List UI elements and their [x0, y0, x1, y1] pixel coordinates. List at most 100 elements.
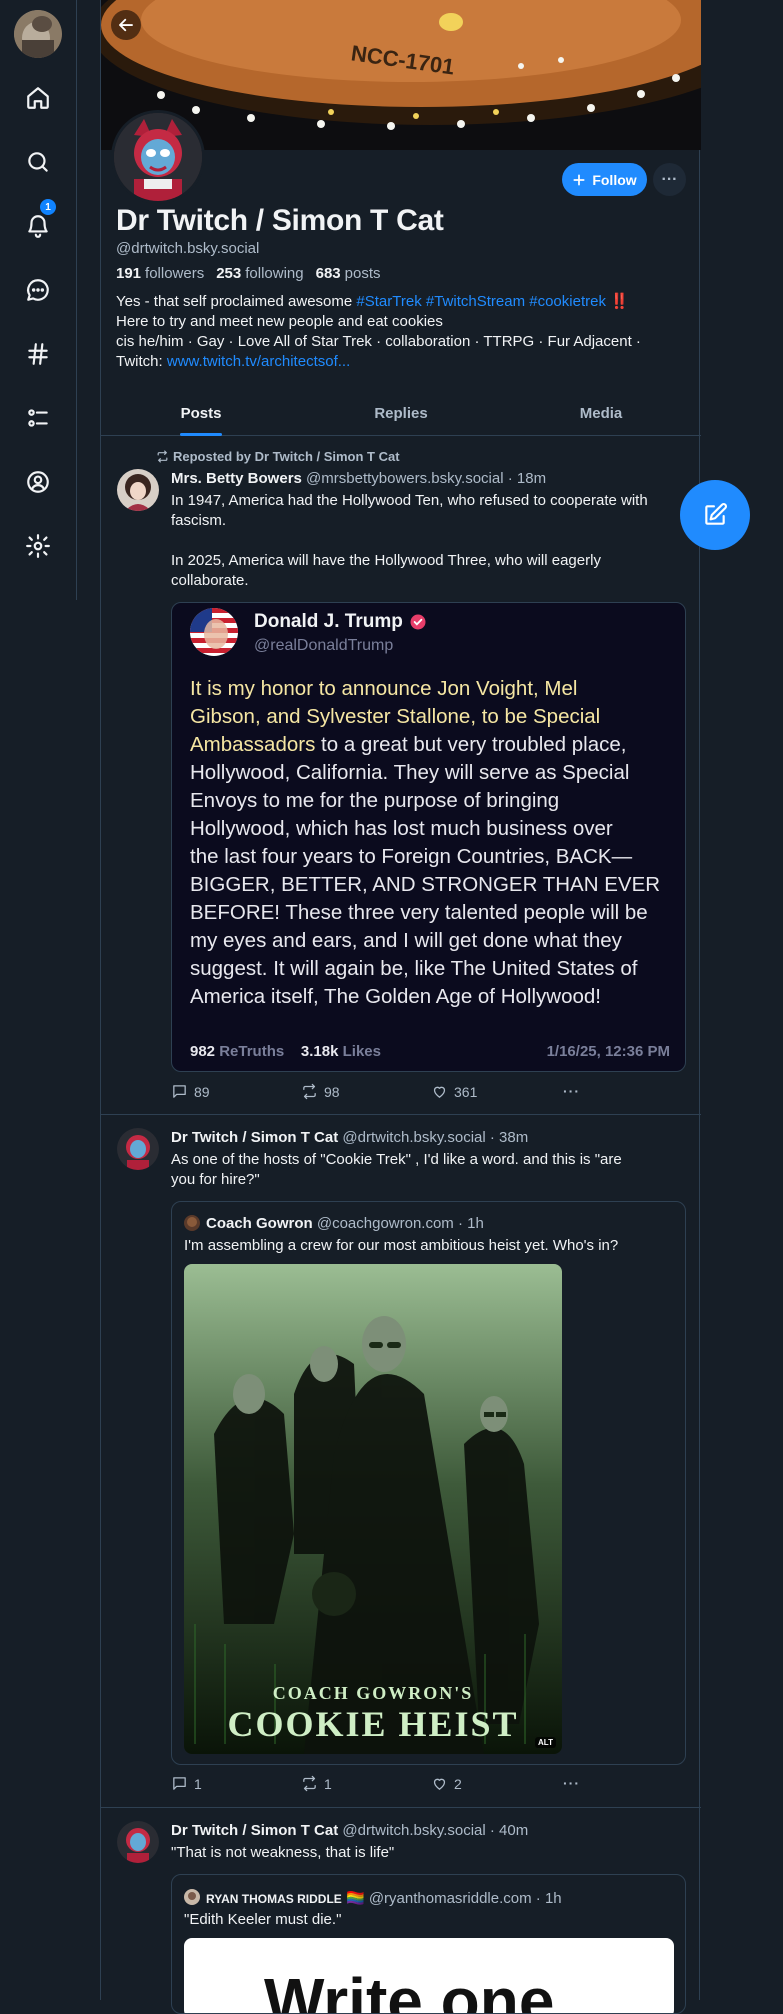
pride-flag-icon: 🏳️‍🌈 [345, 1890, 365, 1907]
followers-stat[interactable]: 191 followers [116, 265, 204, 282]
profile-stats: 191 followers 253 following 683 posts [116, 265, 381, 282]
post-text-line: As one of the hosts of "Cookie Trek" , I… [171, 1151, 622, 1168]
repost-label-text: Reposted by Dr Twitch / Simon T Cat [173, 449, 400, 464]
hashtag-link-twitchstream[interactable]: #TwitchStream [426, 293, 525, 310]
nav-notifications[interactable]: 1 [16, 199, 60, 248]
post-author[interactable]: Dr Twitch / Simon T Cat [171, 1129, 338, 1146]
home-icon [27, 87, 49, 109]
nav-home[interactable] [16, 76, 60, 120]
hashtag-icon [28, 343, 48, 365]
post-divider [101, 1114, 701, 1115]
bio-text: Yes - that self proclaimed awesome [116, 293, 357, 310]
compose-button[interactable] [680, 480, 750, 550]
post-text-line: In 2025, America will have the Hollywood… [171, 552, 601, 569]
dr-twitch-avatar-image [117, 1821, 159, 1863]
post-avatar[interactable] [117, 1128, 159, 1170]
flag-avatar-image [190, 608, 238, 656]
nav-lists[interactable] [16, 396, 60, 440]
followers-count: 191 [116, 265, 142, 282]
coach-gowron-avatar-image [184, 1215, 200, 1231]
nav-search[interactable] [16, 140, 60, 184]
verified-badge-icon [410, 614, 426, 630]
repost-button[interactable]: 1 [301, 1775, 332, 1792]
posts-count: 683 [315, 265, 341, 282]
quote-post-card[interactable]: Coach Gowron @coachgowron.com · 1h I'm a… [171, 1201, 686, 1765]
embed-line: BIGGER, BETTER, AND STRONGER THAN EVER [190, 873, 661, 896]
post-actions: 1 1 2 ··· [171, 1775, 591, 1795]
nav-profile[interactable] [16, 460, 60, 504]
reply-count: 1 [194, 1775, 202, 1792]
quote-avatar [184, 1889, 200, 1905]
post-text: In 1947, America had the Hollywood Ten, … [171, 491, 681, 591]
post-meta[interactable]: @drtwitch.bsky.social · 38m [342, 1129, 528, 1146]
twitch-link[interactable]: www.twitch.tv/architectsof... [167, 353, 350, 370]
profile-more-button[interactable]: ··· [653, 163, 686, 196]
post-header: Dr Twitch / Simon T Cat @drtwitch.bsky.s… [171, 1822, 528, 1839]
reply-button[interactable]: 1 [171, 1775, 202, 1792]
quote-image[interactable]: COACH GOWRON'S COOKIE HEIST ALT [184, 1264, 562, 1754]
profile-bio: Yes - that self proclaimed awesome #Star… [116, 292, 681, 372]
post-meta[interactable]: @mrsbettybowers.bsky.social · 18m [306, 470, 546, 487]
post-author[interactable]: Mrs. Betty Bowers [171, 470, 302, 487]
quote-image[interactable]: Write one [184, 1938, 674, 2013]
post-text-line: fascism. [171, 512, 227, 529]
embed-likes-label: Likes [342, 1043, 381, 1060]
repost-button[interactable]: 98 [301, 1083, 340, 1100]
following-stat[interactable]: 253 following [216, 265, 303, 282]
embed-avatar [190, 608, 238, 656]
dr-twitch-avatar-image [117, 1128, 159, 1170]
follow-button[interactable]: Follow [562, 163, 647, 196]
tab-replies[interactable]: Replies [301, 392, 501, 435]
embed-body: It is my honor to announce Jon Voight, M… [190, 675, 680, 1011]
embed-line: Hollywood, which has lost much business … [190, 817, 613, 840]
alt-text-badge[interactable]: ALT [535, 1737, 556, 1748]
plus-icon [573, 173, 585, 186]
quote-text: I'm assembling a crew for our most ambit… [184, 1237, 619, 1254]
repost-count: 98 [324, 1083, 340, 1100]
my-avatar[interactable] [14, 10, 62, 58]
post-header: Mrs. Betty Bowers @mrsbettybowers.bsky.s… [171, 470, 546, 487]
heart-icon [433, 1778, 446, 1790]
post-avatar[interactable] [117, 1821, 159, 1863]
reply-button[interactable]: 89 [171, 1083, 210, 1100]
post-author[interactable]: Dr Twitch / Simon T Cat [171, 1822, 338, 1839]
quote-post-card[interactable]: RYAN THOMAS RIDDLE 🏳️‍🌈 @ryanthomasriddl… [171, 1874, 686, 2014]
like-button[interactable]: 2 [431, 1775, 462, 1792]
embed-highlight: Gibson, and Sylvester Stallone, to be Sp… [190, 705, 601, 728]
like-button[interactable]: 361 [431, 1083, 477, 1100]
repost-icon [303, 1083, 316, 1100]
nav-settings[interactable] [16, 524, 60, 568]
embed-author-name: Donald J. Trump [254, 611, 403, 632]
nav-chat[interactable] [16, 268, 60, 312]
profile-column: NCC-1701 Follow ··· Dr Twitch / Simon T … [100, 0, 701, 2014]
post-more-button[interactable]: ··· [563, 1775, 580, 1791]
post-more-button[interactable]: ··· [563, 1083, 580, 1099]
embedded-image-card[interactable]: Donald J. Trump @realDonaldTrump It is m… [171, 602, 686, 1072]
post-header: Dr Twitch / Simon T Cat @drtwitch.bsky.s… [171, 1129, 528, 1146]
sidebar: 1 [0, 0, 77, 600]
repost-label[interactable]: Reposted by Dr Twitch / Simon T Cat [156, 449, 400, 464]
hashtag-link-startrek[interactable]: #StarTrek [356, 293, 421, 310]
tab-label: Media [579, 405, 623, 422]
tab-posts[interactable]: Posts [101, 392, 301, 435]
tab-label: Posts [180, 405, 222, 422]
retruths-label: ReTruths [219, 1043, 285, 1060]
post-meta[interactable]: @drtwitch.bsky.social · 40m [342, 1822, 528, 1839]
nav-feeds[interactable] [16, 332, 60, 376]
embed-handle: @realDonaldTrump [254, 637, 394, 654]
notification-badge: 1 [40, 199, 56, 215]
tab-media[interactable]: Media [501, 392, 701, 435]
post-divider [101, 1807, 701, 1808]
quote-author: Coach Gowron [206, 1215, 313, 1232]
posts-stat: 683 posts [316, 265, 381, 282]
ellipsis-icon: ··· [661, 170, 678, 188]
post-actions: 89 98 361 ··· [171, 1083, 591, 1103]
quote-header: RYAN THOMAS RIDDLE 🏳️‍🌈 @ryanthomasriddl… [206, 1889, 562, 1907]
hashtag-link-cookietrek[interactable]: #cookietrek [529, 293, 606, 310]
embed-highlight: Ambassadors [190, 733, 316, 756]
back-button[interactable] [111, 10, 141, 40]
embed-line: Envoys to me for the purpose of bringing [190, 789, 560, 812]
profile-avatar[interactable] [111, 110, 205, 204]
ryan-riddle-avatar-image [184, 1889, 200, 1905]
post-avatar[interactable] [117, 469, 159, 511]
